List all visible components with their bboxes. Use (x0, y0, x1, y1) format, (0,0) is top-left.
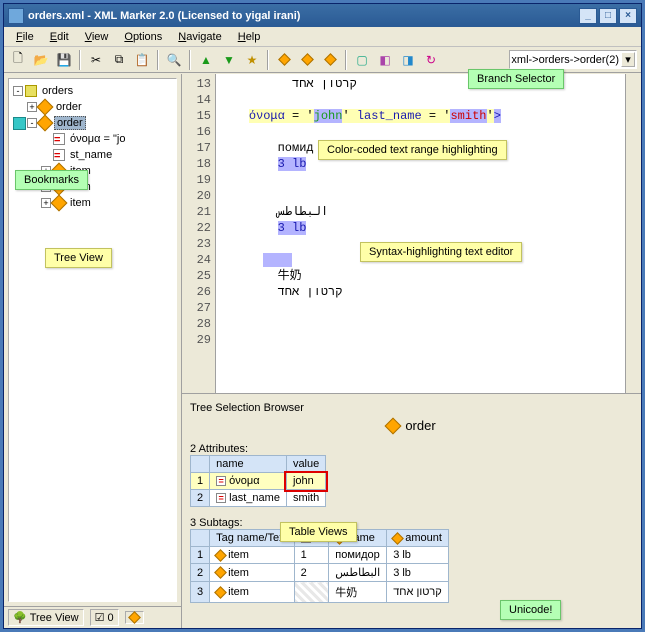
callout-unicode: Unicode! (500, 600, 561, 620)
callout-branch: Branch Selector (468, 69, 564, 89)
menubar: File Edit View Options Navigate Help (4, 27, 641, 47)
paste-icon[interactable]: 📋 (132, 50, 152, 70)
diamond-tab[interactable] (125, 611, 144, 624)
tool-c-icon[interactable]: ◨ (398, 50, 418, 70)
close-button[interactable]: × (619, 8, 637, 24)
editor-scrollbar-vertical[interactable] (625, 74, 641, 393)
menu-options[interactable]: Options (116, 29, 170, 45)
tree-pane-tabs: 🌳 Tree View ☑ 0 (4, 606, 181, 628)
callout-syntax: Syntax-highlighting text editor (360, 242, 522, 262)
tree-view-tab[interactable]: 🌳 Tree View (8, 609, 84, 626)
bookmark-icon[interactable]: ★ (242, 50, 262, 70)
new-icon[interactable]: 🗋 (8, 50, 28, 70)
tool-a-icon[interactable]: ▢ (352, 50, 372, 70)
app-icon (8, 8, 24, 24)
editor-gutter: 1314151617181920212223242526272829 (182, 74, 216, 393)
callout-tableviews: Table Views (280, 522, 357, 542)
find-icon[interactable]: 🔍 (164, 50, 184, 70)
menu-edit[interactable]: Edit (42, 29, 77, 45)
menu-help[interactable]: Help (230, 29, 269, 45)
attr-caption: 2 Attributes: (190, 443, 633, 455)
diamond-icon (385, 417, 402, 434)
open-icon[interactable]: 📂 (31, 50, 51, 70)
save-icon[interactable]: 💾 (54, 50, 74, 70)
callout-color: Color-coded text range highlighting (318, 140, 507, 160)
diamond-prev-icon[interactable] (274, 50, 294, 70)
cut-icon[interactable]: ✂ (86, 50, 106, 70)
maximize-button[interactable]: □ (599, 8, 617, 24)
nav-down-icon[interactable]: ▼ (219, 50, 239, 70)
bookmark-marker-icon[interactable] (13, 117, 26, 130)
sub-caption: 3 Subtags: (190, 517, 633, 529)
count-indicator[interactable]: ☑ 0 (90, 609, 119, 626)
titlebar[interactable]: orders.xml - XML Marker 2.0 (Licensed to… (4, 4, 641, 27)
chevron-down-icon[interactable]: ▾ (621, 52, 635, 67)
diamond-next-icon[interactable] (320, 50, 340, 70)
callout-bookmarks: Bookmarks (15, 170, 88, 190)
tool-b-icon[interactable]: ◧ (375, 50, 395, 70)
callout-treeview: Tree View (45, 248, 112, 268)
tree-view[interactable]: -orders+order-orderόνομα = "jost_name+it… (8, 78, 177, 602)
tsb-title: Tree Selection Browser (190, 402, 633, 414)
attributes-table[interactable]: namevalue1 όνομαjohn2 last_namesmith (190, 455, 326, 507)
branch-selector-value: xml->orders->order(2) (511, 54, 619, 66)
minimize-button[interactable]: _ (579, 8, 597, 24)
tree-pane: -orders+order-orderόνομα = "jost_name+it… (4, 74, 182, 628)
menu-file[interactable]: File (8, 29, 42, 45)
tool-d-icon[interactable]: ↻ (421, 50, 441, 70)
tsb-node-label: order (405, 418, 435, 433)
diamond-open-icon[interactable] (297, 50, 317, 70)
menu-view[interactable]: View (77, 29, 117, 45)
menu-navigate[interactable]: Navigate (170, 29, 229, 45)
tree-selection-browser: Tree Selection Browser order 2 Attribute… (182, 394, 641, 628)
window-title: orders.xml - XML Marker 2.0 (Licensed to… (28, 10, 579, 22)
copy-icon[interactable]: ⧉ (109, 50, 129, 70)
nav-up-icon[interactable]: ▲ (196, 50, 216, 70)
code-editor[interactable]: קרטון אחד όνομα = 'john' last_name = 'sm… (216, 74, 625, 393)
branch-selector[interactable]: xml->orders->order(2) ▾ (509, 50, 637, 69)
